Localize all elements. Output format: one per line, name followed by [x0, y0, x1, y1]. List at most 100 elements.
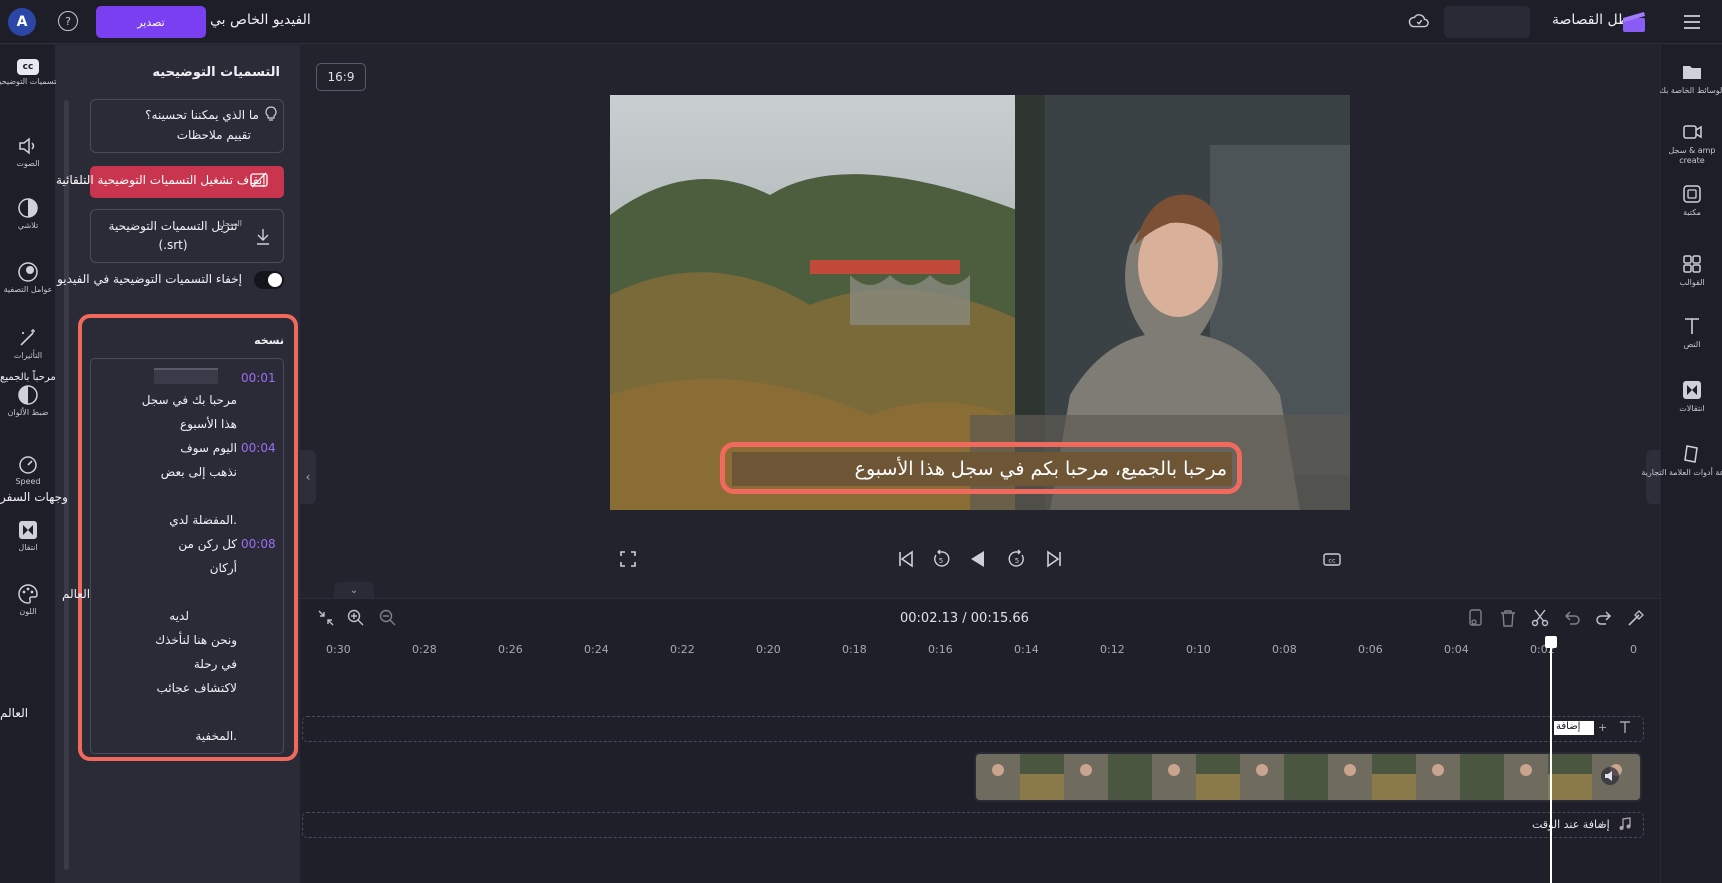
download-captions-button[interactable]: السجل تنزيل التسميات التوضيحية (.srt): [90, 209, 284, 263]
collapse-timeline-handle[interactable]: ⌄: [334, 582, 374, 598]
download-label-line1: تنزيل التسميات التوضيحية: [108, 219, 238, 233]
text-track-add-plus[interactable]: +: [1598, 721, 1607, 734]
transcript-line[interactable]: لاكتشاف عجائب: [157, 681, 237, 695]
forward-5s-icon[interactable]: 5: [1007, 549, 1027, 569]
skip-forward-icon[interactable]: [1044, 549, 1064, 569]
active-line-indicator: [154, 368, 218, 384]
caption-highlight: [720, 442, 1242, 494]
play-icon[interactable]: [968, 549, 988, 569]
ruler-tick: 0:04: [1444, 643, 1469, 656]
magic-wand-icon[interactable]: [1626, 608, 1646, 628]
transcript-list[interactable]: 00:01 مرحبا بك في سجل هذا الأسبوع 00:04 …: [90, 358, 284, 754]
rail-captions[interactable]: cc التسميات التوضيحية: [0, 59, 61, 86]
text-track-add-label[interactable]: إضافة: [1554, 721, 1594, 735]
templates-icon: [1683, 255, 1701, 273]
transcript-line[interactable]: المفضلة لدي.: [169, 513, 237, 527]
panel-scrollbar[interactable]: [64, 100, 69, 870]
captions-toggle-icon[interactable]: cc: [1322, 549, 1342, 569]
audio-icon: [19, 137, 35, 155]
hamburger-menu-icon[interactable]: [1682, 12, 1702, 32]
transcript-line[interactable]: اليوم سوف: [180, 441, 237, 455]
cloud-sync-icon[interactable]: [1408, 12, 1430, 32]
music-note-icon: [1619, 817, 1631, 830]
stop-auto-captions-label: إيقاف تشغيل التسميات التوضيحية التلقائية: [56, 173, 266, 187]
transcript-line[interactable]: المخفية.: [195, 729, 237, 743]
library-icon: [1683, 185, 1701, 203]
detach-audio-icon[interactable]: [1466, 608, 1486, 628]
hide-captions-label: إخفاء التسميات التوضيحية في الفيديو: [57, 272, 242, 286]
user-avatar[interactable]: A: [8, 8, 36, 36]
overflow-word: العالم: [0, 706, 29, 720]
transitions-icon: [1683, 381, 1701, 399]
lightbulb-icon: [265, 106, 277, 121]
overflow-word: العالم: [62, 587, 91, 601]
speed-icon: [19, 456, 37, 474]
transcript-time[interactable]: 00:04: [241, 441, 276, 455]
upgrade-button[interactable]: [1444, 6, 1530, 38]
overflow-word: وجهات السفر: [0, 490, 68, 504]
record-icon: [1683, 125, 1702, 139]
rail-text[interactable]: النص: [1661, 315, 1722, 350]
ruler-tick: 0: [1630, 643, 1637, 656]
transcript-line[interactable]: لديه: [169, 609, 189, 623]
transcript-line[interactable]: أركان: [210, 561, 237, 575]
feedback-rate-label: تقييم ملاحظات: [176, 128, 251, 142]
transcript-time[interactable]: 00:08: [241, 537, 276, 551]
timecode-display: 00:02.13 / 00:15.66: [900, 611, 1029, 626]
effects-icon: [20, 329, 35, 346]
audio-track-add-plus[interactable]: +: [1598, 818, 1607, 831]
text-track[interactable]: [302, 716, 1644, 742]
transcript-line[interactable]: ونحن هنا لنأخذك: [155, 633, 237, 647]
video-title[interactable]: الفيديو الخاص بي: [210, 12, 311, 28]
skip-back-icon[interactable]: [896, 549, 916, 569]
captions-off-icon: [250, 172, 268, 188]
rail-effects[interactable]: التأثيرات: [0, 327, 56, 360]
rail-brand-kit[interactable]: مجموعة أدوات العلامة التجارية: [1641, 443, 1722, 478]
zoom-in-icon[interactable]: [346, 608, 366, 628]
text-track-icon: [1620, 721, 1630, 733]
rail-record-create[interactable]: سجل & amp create: [1661, 121, 1722, 165]
transcript-line[interactable]: نذهب إلى بعض: [161, 465, 237, 479]
rewind-5s-icon[interactable]: 5: [931, 549, 951, 569]
rail-color-adjust[interactable]: ضبط الألوان: [0, 384, 56, 417]
rail-filters[interactable]: عوامل التصفية: [0, 261, 56, 294]
playhead[interactable]: [1550, 640, 1552, 883]
rail-audio[interactable]: الصوت: [0, 135, 56, 168]
delete-icon[interactable]: [1498, 608, 1518, 628]
rail-transitions[interactable]: انتقالات: [1661, 379, 1722, 414]
transcript-time[interactable]: 00:01: [241, 371, 276, 385]
help-button[interactable]: ?: [58, 11, 78, 31]
rail-speed[interactable]: Speed: [0, 453, 56, 486]
collapse-panel-handle[interactable]: ‹: [300, 450, 316, 504]
transcript-line[interactable]: في رحلة: [194, 657, 237, 671]
transcript-line[interactable]: كل ركن من: [178, 537, 237, 551]
export-label: تصدير: [137, 15, 165, 29]
undo-icon[interactable]: [1562, 608, 1582, 628]
zoom-out-icon[interactable]: [378, 608, 398, 628]
rail-palette[interactable]: اللون: [0, 583, 56, 616]
playhead-handle[interactable]: [1545, 636, 1557, 648]
fit-timeline-icon[interactable]: [316, 608, 336, 628]
palette-icon: [18, 584, 38, 604]
redo-icon[interactable]: [1594, 608, 1614, 628]
fullscreen-icon[interactable]: [618, 549, 638, 569]
ruler-tick: 0:28: [412, 643, 437, 656]
rail-library[interactable]: مكتبة: [1661, 183, 1722, 218]
split-scissors-icon[interactable]: [1530, 608, 1550, 628]
audio-track[interactable]: [302, 812, 1644, 838]
video-clip[interactable]: [974, 752, 1642, 802]
rail-templates[interactable]: القوالب: [1661, 253, 1722, 288]
rail-fade[interactable]: تلاشي: [0, 197, 56, 230]
rail-your-media[interactable]: الوسائط الخاصة بك: [1659, 61, 1722, 96]
export-button[interactable]: تصدير: [96, 6, 206, 38]
fade-icon: [18, 198, 38, 218]
hide-captions-toggle[interactable]: [254, 271, 284, 289]
transcript-line[interactable]: مرحبا بك في سجل: [142, 393, 237, 407]
transcript-line[interactable]: هذا الأسبوع: [180, 417, 237, 431]
ruler-tick: 0:30: [326, 643, 351, 656]
feedback-card[interactable]: ما الذي يمكننا تحسينه؟ تقييم ملاحظات: [90, 99, 284, 153]
rail-transition[interactable]: انتقال: [0, 519, 56, 552]
clip-speaker-icon[interactable]: [1600, 766, 1620, 786]
ruler-tick: 0:16: [928, 643, 953, 656]
aspect-ratio-button[interactable]: 16:9: [316, 63, 366, 91]
